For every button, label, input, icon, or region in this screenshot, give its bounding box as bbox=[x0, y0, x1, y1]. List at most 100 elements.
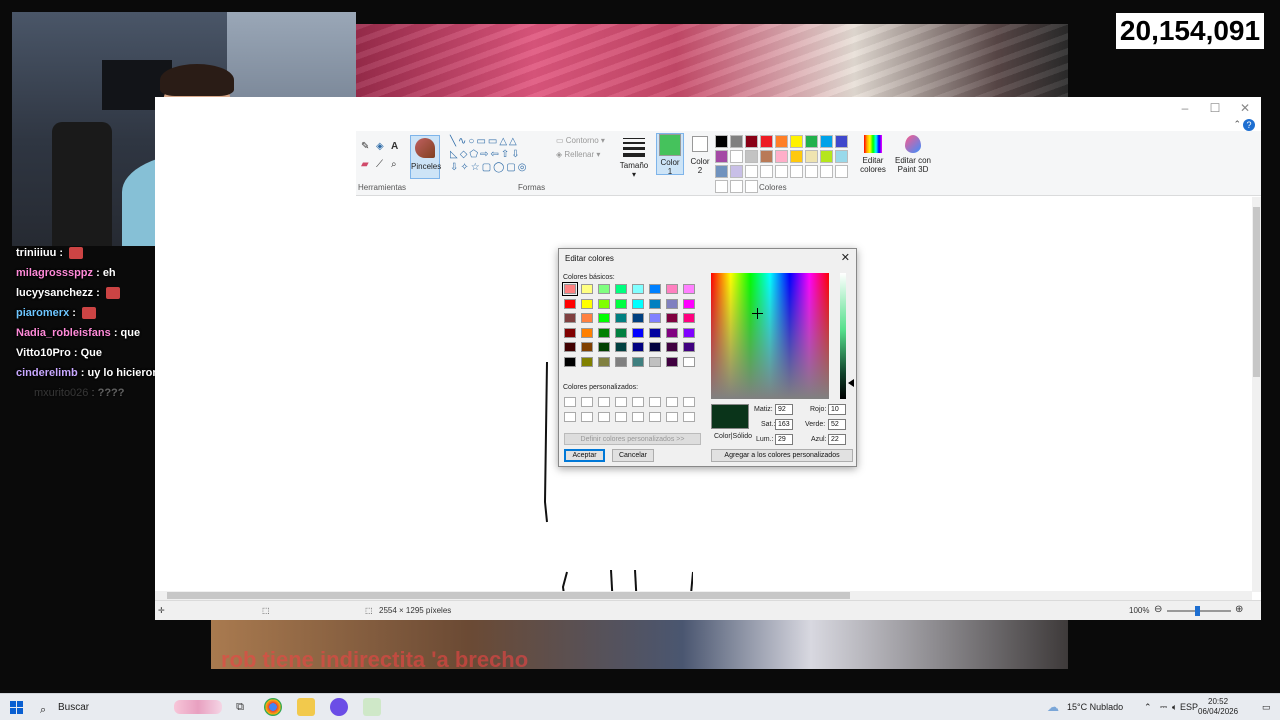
palette-swatch[interactable] bbox=[760, 135, 773, 148]
horizontal-scroll-thumb[interactable] bbox=[167, 592, 850, 599]
basic-color-swatch[interactable] bbox=[683, 356, 695, 367]
system-clock[interactable]: 20:52 06/04/2026 bbox=[1198, 697, 1238, 717]
custom-color-swatch[interactable] bbox=[632, 397, 644, 407]
basic-color-swatch[interactable] bbox=[615, 313, 627, 324]
basic-color-swatch[interactable] bbox=[666, 356, 678, 367]
basic-color-swatch[interactable] bbox=[581, 298, 593, 309]
paint-app-icon[interactable] bbox=[363, 698, 381, 716]
basic-color-swatch[interactable] bbox=[649, 356, 661, 367]
fill-option[interactable]: ◈ Rellenar ▾ bbox=[556, 148, 605, 162]
basic-color-swatch[interactable] bbox=[581, 313, 593, 324]
color-picker-icon[interactable]: ⟋ bbox=[376, 159, 383, 171]
luminance-bar[interactable] bbox=[840, 273, 846, 399]
custom-color-swatch[interactable] bbox=[632, 411, 644, 422]
sat-field[interactable]: 163 bbox=[775, 419, 793, 430]
zoom-out-icon[interactable]: ⊖ bbox=[1154, 604, 1162, 615]
fill-icon[interactable]: ◈ bbox=[376, 141, 384, 153]
basic-color-swatch[interactable] bbox=[615, 284, 627, 294]
basic-color-swatch[interactable] bbox=[615, 342, 627, 353]
close-button[interactable]: ✕ bbox=[1238, 101, 1252, 115]
basic-color-swatch[interactable] bbox=[564, 342, 576, 353]
outline-option[interactable]: ▭ Contorno ▾ bbox=[556, 134, 605, 148]
custom-color-swatch[interactable] bbox=[564, 411, 576, 422]
basic-color-swatch[interactable] bbox=[683, 313, 695, 324]
custom-color-swatch[interactable] bbox=[615, 397, 627, 407]
custom-color-swatch[interactable] bbox=[683, 397, 695, 407]
edit-with-paint3d-button[interactable]: Editar con Paint 3D bbox=[893, 135, 933, 174]
volume-icon[interactable]: 🔈︎ bbox=[1172, 694, 1177, 720]
color1-button[interactable]: Color 1 bbox=[656, 133, 684, 176]
palette-swatch[interactable] bbox=[730, 135, 743, 148]
pencil-icon[interactable]: ✎ bbox=[361, 141, 369, 153]
text-icon[interactable]: A bbox=[391, 141, 398, 153]
chrome-icon[interactable] bbox=[264, 698, 282, 716]
lum-field[interactable]: 29 bbox=[775, 434, 793, 445]
basic-color-swatch[interactable] bbox=[683, 327, 695, 338]
ok-button[interactable]: Aceptar bbox=[564, 449, 605, 462]
minimize-button[interactable]: – bbox=[1178, 101, 1192, 115]
palette-swatch[interactable] bbox=[790, 135, 803, 148]
custom-color-swatch[interactable] bbox=[649, 397, 661, 407]
basic-color-swatch[interactable] bbox=[649, 284, 661, 294]
palette-swatch[interactable] bbox=[790, 150, 803, 163]
palette-swatch[interactable] bbox=[775, 165, 788, 178]
chat-username[interactable]: triniiiuu bbox=[16, 247, 56, 259]
eraser-icon[interactable]: ▰ bbox=[361, 159, 369, 171]
cancel-button[interactable]: Cancelar bbox=[612, 449, 654, 462]
file-explorer-icon[interactable] bbox=[297, 698, 315, 716]
custom-color-swatch[interactable] bbox=[598, 397, 610, 407]
palette-swatch[interactable] bbox=[715, 165, 728, 178]
basic-color-swatch[interactable] bbox=[564, 313, 576, 324]
palette-swatch[interactable] bbox=[835, 150, 848, 163]
basic-color-swatch[interactable] bbox=[598, 298, 610, 309]
taskbar-search[interactable]: ⌕ Buscar bbox=[32, 698, 222, 717]
basic-color-swatch[interactable] bbox=[564, 298, 576, 309]
basic-color-swatch[interactable] bbox=[683, 284, 695, 294]
palette-swatch[interactable] bbox=[805, 150, 818, 163]
basic-color-swatch[interactable] bbox=[581, 356, 593, 367]
magnifier-icon[interactable]: ⌕ bbox=[391, 159, 397, 171]
blue-field[interactable]: 22 bbox=[828, 434, 846, 445]
palette-swatch[interactable] bbox=[745, 165, 758, 178]
notification-icon[interactable]: ▭ bbox=[1262, 694, 1271, 720]
basic-color-swatch[interactable] bbox=[598, 284, 610, 294]
spectrum-crosshair[interactable] bbox=[752, 308, 763, 319]
palette-swatch[interactable] bbox=[820, 135, 833, 148]
basic-color-swatch[interactable] bbox=[598, 313, 610, 324]
basic-color-swatch[interactable] bbox=[649, 327, 661, 338]
palette-swatch[interactable] bbox=[715, 135, 728, 148]
basic-color-swatch[interactable] bbox=[598, 327, 610, 338]
edit-colors-button[interactable]: Editar colores bbox=[855, 135, 891, 174]
basic-color-swatch[interactable] bbox=[598, 356, 610, 367]
basic-color-swatch[interactable] bbox=[632, 356, 644, 367]
basic-color-swatch[interactable] bbox=[632, 298, 644, 309]
start-button[interactable] bbox=[10, 701, 23, 714]
vertical-scrollbar[interactable] bbox=[1252, 197, 1261, 592]
chat-username[interactable]: cinderelimb bbox=[16, 367, 78, 379]
chat-username[interactable]: milagrosssppz bbox=[16, 267, 93, 279]
help-icon[interactable]: ? bbox=[1243, 119, 1255, 131]
zoom-slider[interactable] bbox=[1167, 606, 1231, 616]
basic-color-swatch[interactable] bbox=[649, 298, 661, 309]
red-field[interactable]: 10 bbox=[828, 404, 846, 415]
green-field[interactable]: 52 bbox=[828, 419, 846, 430]
palette-swatch[interactable] bbox=[760, 150, 773, 163]
palette-swatch[interactable] bbox=[745, 135, 758, 148]
palette-swatch[interactable] bbox=[745, 180, 758, 193]
basic-color-swatch[interactable] bbox=[666, 298, 678, 309]
palette-swatch[interactable] bbox=[775, 150, 788, 163]
basic-color-swatch[interactable] bbox=[564, 327, 576, 338]
weather-text[interactable]: 15°C Nublado bbox=[1067, 694, 1123, 720]
custom-color-swatch[interactable] bbox=[598, 411, 610, 422]
collapse-ribbon-icon[interactable]: ⌃ bbox=[1233, 119, 1241, 130]
custom-color-swatch[interactable] bbox=[649, 411, 661, 422]
color2-button[interactable]: Color 2 bbox=[686, 133, 714, 175]
palette-swatch[interactable] bbox=[730, 165, 743, 178]
chat-username[interactable]: piaromerx bbox=[16, 307, 69, 319]
basic-color-swatch[interactable] bbox=[615, 356, 627, 367]
basic-color-swatch[interactable] bbox=[632, 284, 644, 294]
palette-swatch[interactable] bbox=[805, 135, 818, 148]
custom-color-swatch[interactable] bbox=[564, 397, 576, 407]
chat-username[interactable]: Nadia_robleisfans bbox=[16, 327, 111, 339]
zoom-in-icon[interactable]: ⊕ bbox=[1235, 604, 1243, 615]
